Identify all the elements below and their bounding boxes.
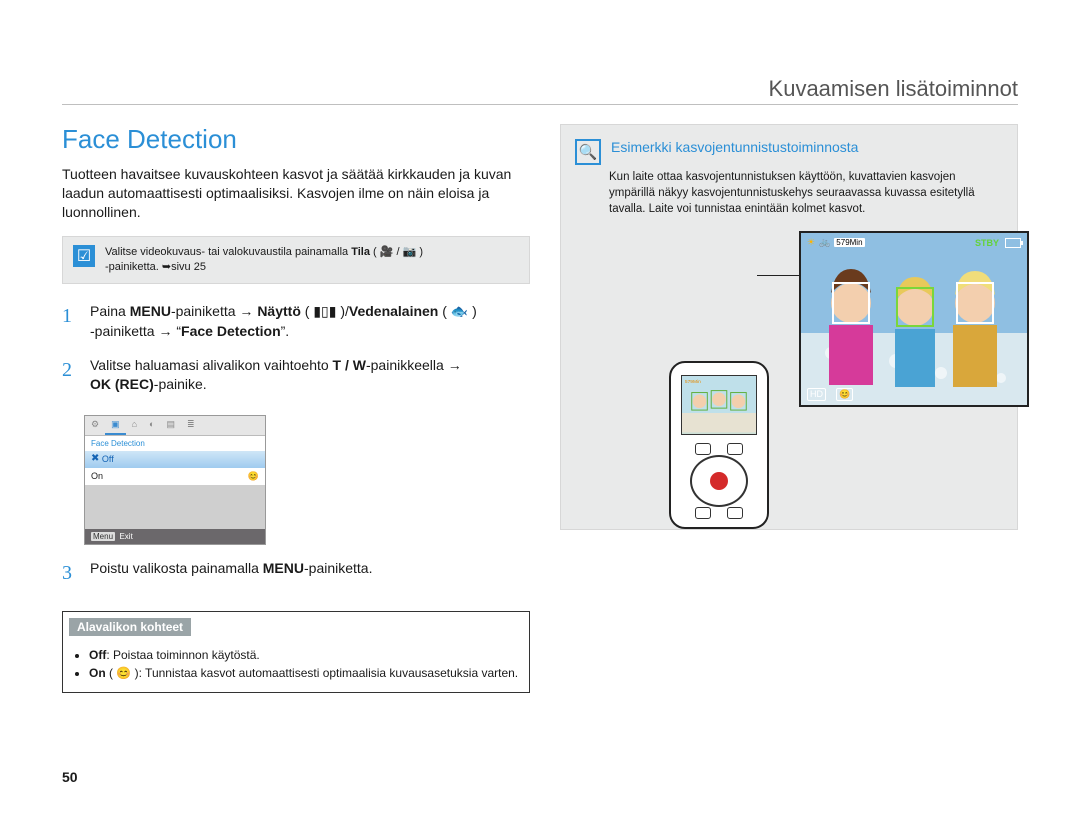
- camera-mini-screen: 579Min: [681, 375, 757, 435]
- step-text: Valitse haluamasi alivalikon vaihtoehto …: [90, 356, 462, 395]
- osd-top-bar: ☀ 🚲 579Min STBY: [807, 237, 1021, 248]
- right-column: 🔍 Esimerkki kasvojentunnistustoiminnosta…: [560, 124, 1018, 693]
- step-number: 2: [62, 356, 76, 395]
- example-title: Esimerkki kasvojentunnistustoiminnosta: [611, 139, 858, 155]
- detection-example-shot: ☀ 🚲 579Min STBY HD 😊: [799, 231, 1029, 407]
- note-text: Valitse videokuvaus- tai valokuvaustila …: [105, 245, 423, 276]
- steps-list: 1 Paina MENU-painiketta → Näyttö ( ▮▯▮ )…: [62, 302, 530, 408]
- example-desc: Kun laite ottaa kasvojentunnistuksen käy…: [609, 169, 1003, 217]
- camera-top-right-button: [727, 443, 743, 455]
- step-text: Poistu valikosta painamalla MENU-painike…: [90, 559, 372, 587]
- record-button-icon: [710, 472, 728, 490]
- svg-text:579Min: 579Min: [685, 379, 701, 385]
- step-number: 3: [62, 559, 76, 587]
- osd-bottom-bar: HD 😊: [807, 388, 853, 401]
- menu-item-on: On😊: [85, 468, 265, 485]
- illustration-area: 579Min: [609, 231, 1003, 511]
- osd-time-remaining: 579Min: [834, 238, 864, 247]
- example-panel: 🔍 Esimerkki kasvojentunnistustoiminnosta…: [560, 124, 1018, 530]
- steps-list-cont: 3 Poistu valikosta painamalla MENU-paini…: [62, 559, 530, 601]
- submenu-item-off: Off: Poistaa toiminnon käytöstä.: [89, 646, 519, 664]
- menu-title: Face Detection: [85, 436, 265, 451]
- osd-stby-label: STBY: [975, 238, 999, 248]
- bike-icon: 🚲: [819, 237, 830, 248]
- step-1: 1 Paina MENU-painiketta → Näyttö ( ▮▯▮ )…: [62, 302, 530, 341]
- magnifier-icon: 🔍: [575, 139, 601, 165]
- sun-icon: ☀: [807, 237, 815, 248]
- camera-dpad: [690, 455, 748, 507]
- battery-icon: [1005, 238, 1021, 248]
- chapter-title: Kuvaamisen lisätoiminnot: [769, 76, 1018, 102]
- menu-footer: Menu Exit: [85, 529, 265, 544]
- submenu-box: Alavalikon kohteet Off: Poistaa toiminno…: [62, 611, 530, 693]
- camera-menu-screenshot: ⚙▣⌂◐▤≣ Face Detection ✖ Off On😊 Menu Exi…: [84, 415, 266, 545]
- camera-bottom-right-button: [727, 507, 743, 519]
- step-number: 1: [62, 302, 76, 341]
- step-3: 3 Poistu valikosta painamalla MENU-paini…: [62, 559, 530, 587]
- camera-bottom-left-button: [695, 507, 711, 519]
- intro-paragraph: Tuotteen havaitsee kuvauskohteen kasvot …: [62, 165, 530, 222]
- step-text: Paina MENU-painiketta → Näyttö ( ▮▯▮ )/V…: [90, 302, 477, 341]
- hd-icon: HD: [807, 388, 826, 401]
- menu-item-off: ✖ Off: [85, 451, 265, 468]
- check-icon: ☑: [73, 245, 95, 267]
- left-column: Face Detection Tuotteen havaitsee kuvaus…: [62, 124, 530, 693]
- face-detect-icon: 😊: [836, 388, 853, 401]
- camera-illustration: 579Min: [669, 361, 769, 529]
- menu-tab-strip: ⚙▣⌂◐▤≣: [85, 416, 265, 436]
- camera-top-left-button: [695, 443, 711, 455]
- page-number: 50: [62, 769, 78, 785]
- submenu-header: Alavalikon kohteet: [69, 618, 191, 636]
- submenu-item-on: On ( 😊 ): Tunnistaa kasvot automaattises…: [89, 664, 519, 682]
- leader-line: [757, 275, 799, 276]
- mode-note-box: ☑ Valitse videokuvaus- tai valokuvaustil…: [62, 236, 530, 285]
- header-rule: [62, 104, 1018, 105]
- step-2: 2 Valitse haluamasi alivalikon vaihtoeht…: [62, 356, 530, 395]
- section-heading: Face Detection: [62, 124, 530, 155]
